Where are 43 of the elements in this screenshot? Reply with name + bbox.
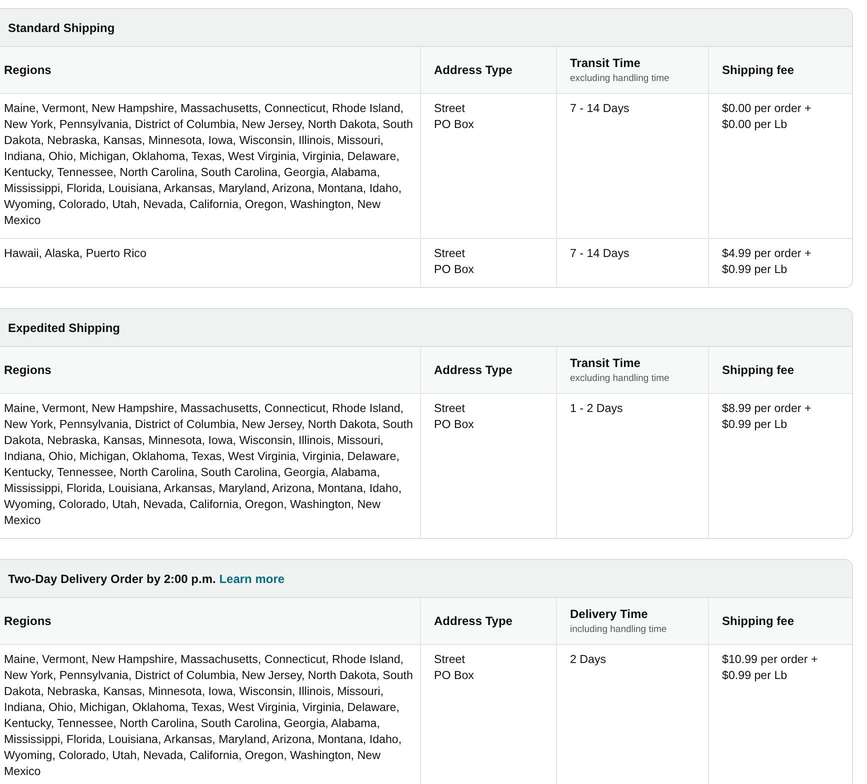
regions-text: Maine, Vermont, New Hampshire, Massachusetts, Connecticut, Rhode Island, New York, Pennsylvania, District of Columbia, New Jersey, North Dakota, South Dakota, Nebraska, Kansas, Minnesota, Iowa, Wisconsin, Illinois, Missouri, Indiana, Ohio, Michigan, Oklahoma, Texas, West Virginia, Virginia, Delaware, Kentucky, Tennessee, North Carolina, South Carolina, Georgia, Alabama, Mississippi, Florida, Louisiana, Arkansas, Maryland, Arizona, Montana, Idaho, Wyoming, Colorado, Utah, Nevada, California, Oregon, Washington, New Mexico xyxy=(4,401,414,529)
transit-time: 1 - 2 Days xyxy=(570,401,624,417)
column-title: Shipping fee xyxy=(722,614,795,628)
address-type: Street xyxy=(434,246,466,262)
shipping-fee: $0.99 per Lb xyxy=(722,417,788,433)
regions-text: Maine, Vermont, New Hampshire, Massachusetts, Connecticut, Rhode Island, New York, Pennsylvania, District of Columbia, New Jersey, North Dakota, South Dakota, Nebraska, Kansas, Minnesota, Iowa, Wisconsin, Illinois, Missouri, Indiana, Ohio, Michigan, Oklahoma, Texas, West Virginia, Virginia, Delaware, Kentucky, Tennessee, North Carolina, South Carolina, Georgia, Alabama, Mississippi, Florida, Louisiana, Arkansas, Maryland, Arizona, Montana, Idaho, Wyoming, Colorado, Utah, Nevada, California, Oregon, Washington, New Mexico xyxy=(4,101,414,229)
transit-time: 2 Days xyxy=(570,652,608,668)
section-title: Expedited Shipping xyxy=(8,320,120,334)
column-title: Transit Time xyxy=(570,356,642,370)
section-title: Standard Shipping xyxy=(8,20,115,34)
shipping-fee: $0.99 per Lb xyxy=(722,262,788,278)
address-type: Street xyxy=(434,401,466,417)
column-title: Regions xyxy=(4,363,52,377)
address-type: PO Box xyxy=(434,668,475,684)
shipping-fee: $4.99 per order + xyxy=(722,246,812,262)
transit-time: 7 - 14 Days xyxy=(570,101,630,117)
column-title: Regions xyxy=(4,63,52,77)
column-note: excluding handling time xyxy=(570,73,670,84)
shipping-fee: $8.99 per order + xyxy=(722,401,812,417)
shipping-fee: $10.99 per order + xyxy=(722,652,819,668)
shipping-fee: $0.00 per order + xyxy=(722,101,812,117)
learn-more-link[interactable]: Learn more xyxy=(219,572,285,586)
column-title: Transit Time xyxy=(570,56,642,70)
column-title: Delivery Time xyxy=(570,607,649,621)
regions-text: Maine, Vermont, New Hampshire, Massachusetts, Connecticut, Rhode Island, New York, Pennsylvania, District of Columbia, New Jersey, North Dakota, South Dakota, Nebraska, Kansas, Minnesota, Iowa, Wisconsin, Illinois, Missouri, Indiana, Ohio, Michigan, Oklahoma, Texas, West Virginia, Virginia, Delaware, Kentucky, Tennessee, North Carolina, South Carolina, Georgia, Alabama, Mississippi, Florida, Louisiana, Arkansas, Maryland, Arizona, Montana, Idaho, Wyoming, Colorado, Utah, Nevada, California, Oregon, Washington, New Mexico xyxy=(4,652,414,780)
address-type: PO Box xyxy=(434,117,475,133)
address-type: Street xyxy=(434,652,466,668)
section-title: Two-Day Delivery Order by 2:00 p.m. Learn more xyxy=(8,572,285,586)
shipping-fee: $0.00 per Lb xyxy=(722,117,788,133)
address-type: PO Box xyxy=(434,262,475,278)
column-note: including handling time xyxy=(570,624,668,635)
regions-text: Hawaii, Alaska, Puerto Rico xyxy=(4,246,148,262)
column-note: excluding handling time xyxy=(570,373,670,384)
address-type: Street xyxy=(434,101,466,117)
column-title: Shipping fee xyxy=(722,363,795,377)
column-title: Address Type xyxy=(434,363,514,377)
transit-time: 7 - 14 Days xyxy=(570,246,630,262)
address-type: PO Box xyxy=(434,417,475,433)
column-title: Shipping fee xyxy=(722,63,795,77)
column-title: Address Type xyxy=(434,614,514,628)
column-title: Regions xyxy=(4,614,52,628)
column-title: Address Type xyxy=(434,63,514,77)
shipping-fee: $0.99 per Lb xyxy=(722,668,788,684)
